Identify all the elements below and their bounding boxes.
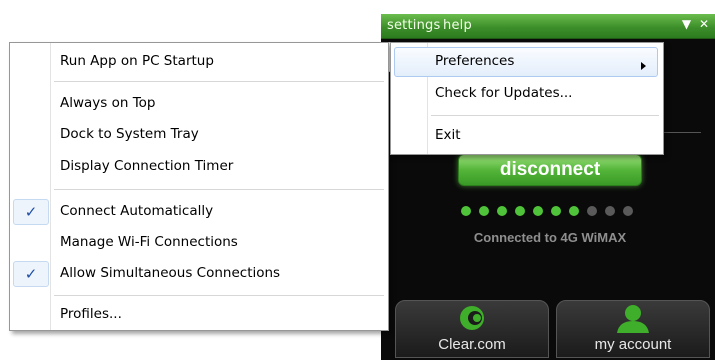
checkmark-icon: ✓ — [13, 199, 49, 225]
minimize-icon[interactable]: ▼ — [682, 17, 691, 31]
menu-item-always-on-top[interactable]: Always on Top — [10, 91, 388, 117]
settings-context-menu: Run App on PC Startup Always on Top Dock… — [9, 42, 389, 331]
signal-dot — [479, 206, 489, 216]
clear-logo-icon — [455, 303, 489, 337]
window-controls: ▼ ✕ — [678, 17, 709, 31]
menu-item-label: Run App on PC Startup — [60, 53, 214, 69]
signal-dot — [551, 206, 561, 216]
my-account-label: my account — [594, 336, 672, 353]
menu-separator — [54, 81, 384, 82]
help-menu[interactable]: help — [443, 18, 472, 33]
signal-dot — [533, 206, 543, 216]
menu-item-preferences[interactable]: Preferences — [391, 49, 663, 75]
clear-com-button[interactable]: Clear.com — [395, 300, 549, 358]
clear-com-label: Clear.com — [438, 336, 506, 353]
menu-item-check-updates[interactable]: Check for Updates... — [391, 81, 663, 107]
close-icon[interactable]: ✕ — [699, 17, 709, 31]
submenu-arrow-icon — [641, 62, 646, 70]
menu-item-manage-wifi[interactable]: Manage Wi-Fi Connections — [10, 230, 388, 256]
signal-dot — [605, 206, 615, 216]
menu-separator — [54, 295, 384, 296]
menu-item-allow-simultaneous[interactable]: ✓ Allow Simultaneous Connections — [10, 261, 388, 287]
menu-separator — [54, 189, 384, 190]
preferences-submenu: Preferences Check for Updates... Exit — [390, 42, 664, 155]
menu-item-label: Always on Top — [60, 95, 156, 111]
signal-dot — [497, 206, 507, 216]
menu-item-dock-to-tray[interactable]: Dock to System Tray — [10, 122, 388, 148]
menu-item-label: Preferences — [435, 53, 515, 69]
menu-item-label: Manage Wi-Fi Connections — [60, 234, 238, 250]
menu-item-label: Allow Simultaneous Connections — [60, 265, 281, 281]
signal-dot — [623, 206, 633, 216]
menu-separator — [431, 115, 659, 116]
menu-item-label: Dock to System Tray — [60, 126, 199, 142]
menu-item-label: Exit — [435, 127, 461, 143]
menu-item-profiles[interactable]: Profiles... — [10, 302, 388, 328]
menu-item-run-on-startup[interactable]: Run App on PC Startup — [10, 49, 388, 75]
menu-item-label: Profiles... — [60, 306, 122, 322]
disconnect-button[interactable]: disconnect — [458, 154, 642, 186]
signal-dot — [569, 206, 579, 216]
connection-status: Connected to 4G WiMAX — [473, 230, 627, 245]
checkmark-icon: ✓ — [13, 261, 49, 287]
signal-dot — [461, 206, 471, 216]
signal-dot — [587, 206, 597, 216]
menu-item-label: Check for Updates... — [435, 85, 573, 101]
menu-item-label: Display Connection Timer — [60, 158, 234, 174]
app-menu-bar: settings help ▼ ✕ — [381, 14, 715, 39]
signal-dot — [515, 206, 525, 216]
menu-item-display-timer[interactable]: Display Connection Timer — [10, 154, 388, 180]
my-account-button[interactable]: my account — [556, 300, 710, 358]
menu-item-label: Connect Automatically — [60, 203, 214, 219]
menu-item-connect-automatically[interactable]: ✓ Connect Automatically — [10, 199, 388, 225]
signal-strength-indicator — [461, 206, 651, 218]
user-icon — [613, 303, 653, 337]
settings-menu[interactable]: settings — [387, 18, 440, 33]
menu-item-exit[interactable]: Exit — [391, 123, 663, 149]
